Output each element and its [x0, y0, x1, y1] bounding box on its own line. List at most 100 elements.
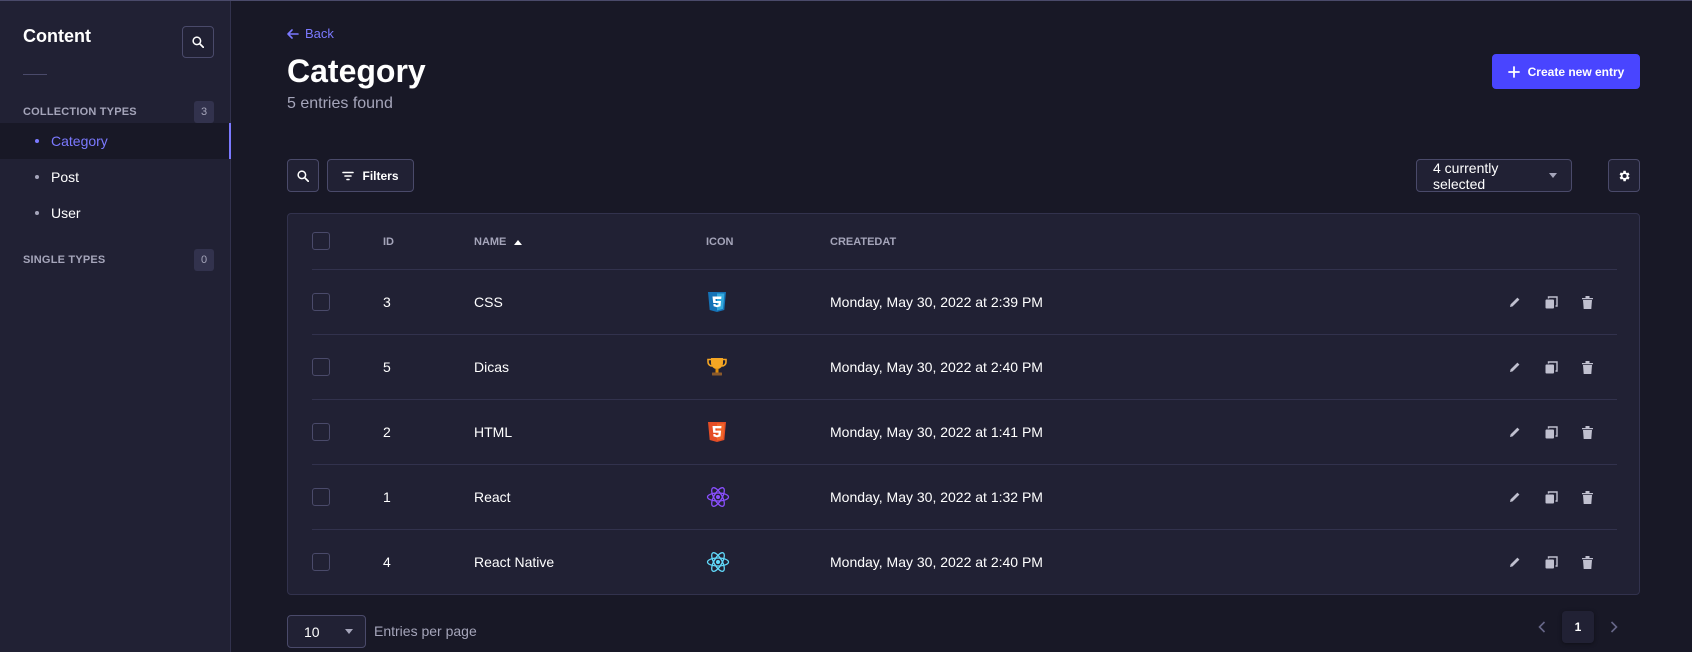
select-all-cell — [312, 232, 330, 250]
row-createdat: Monday, May 30, 2022 at 1:41 PM — [830, 424, 1043, 440]
row-actions — [1507, 335, 1595, 399]
chevron-down-icon — [345, 629, 353, 634]
row-actions — [1507, 270, 1595, 334]
sidebar-item-label: User — [51, 205, 81, 221]
delete-button[interactable] — [1579, 424, 1595, 440]
delete-button[interactable] — [1579, 294, 1595, 310]
back-link[interactable]: Back — [287, 26, 334, 41]
chevron-down-icon — [1549, 173, 1557, 178]
duplicate-button[interactable] — [1543, 554, 1559, 570]
pagination: 1 — [1534, 611, 1622, 643]
table-row[interactable]: 5 Dicas Monday, May 30, 2022 at 2:40 PM — [312, 335, 1617, 400]
trash-icon — [1581, 490, 1593, 504]
edit-button[interactable] — [1507, 294, 1523, 310]
column-header-id[interactable]: ID — [383, 236, 394, 248]
column-header-createdat[interactable]: CREATEDAT — [830, 236, 896, 248]
table-row[interactable]: 3 CSS Monday, May 30, 2022 at 2:39 PM — [312, 270, 1617, 335]
react-icon — [706, 530, 730, 594]
column-header-name[interactable]: NAME — [474, 236, 523, 248]
row-checkbox[interactable] — [312, 293, 330, 311]
duplicate-button[interactable] — [1543, 489, 1559, 505]
row-actions — [1507, 530, 1595, 594]
edit-button[interactable] — [1507, 554, 1523, 570]
row-checkbox[interactable] — [312, 423, 330, 441]
pencil-icon — [1510, 362, 1520, 372]
sidebar-divider — [23, 74, 47, 75]
sidebar-title: Content — [23, 26, 91, 46]
edit-button[interactable] — [1507, 489, 1523, 505]
row-checkbox[interactable] — [312, 358, 330, 376]
row-name: React — [474, 489, 511, 505]
row-actions — [1507, 465, 1595, 529]
bullet-icon — [35, 211, 39, 215]
gear-icon — [1619, 170, 1630, 181]
duplicate-button[interactable] — [1543, 424, 1559, 440]
chevron-right-icon — [1610, 621, 1618, 633]
arrow-left-icon — [287, 28, 299, 39]
bullet-icon — [35, 175, 39, 179]
next-page-button[interactable] — [1606, 621, 1622, 633]
select-all-checkbox[interactable] — [312, 232, 330, 250]
columns-select[interactable]: 4 currently selected — [1416, 159, 1572, 192]
back-label: Back — [305, 26, 334, 41]
single-types-label: SINGLE TYPES — [23, 254, 106, 266]
row-name: CSS — [474, 294, 503, 310]
css3-icon — [706, 270, 728, 334]
duplicate-icon — [1545, 555, 1558, 568]
table-row[interactable]: 4 React Native Monday, May 30, 2022 at 2… — [312, 530, 1617, 595]
duplicate-icon — [1545, 295, 1558, 308]
entries-table: ID NAME ICON CREATEDAT 3 CSS Monday, May… — [287, 213, 1640, 595]
edit-button[interactable] — [1507, 424, 1523, 440]
settings-button[interactable] — [1608, 159, 1640, 192]
table-header: ID NAME ICON CREATEDAT — [312, 214, 1617, 270]
duplicate-icon — [1545, 360, 1558, 373]
delete-button[interactable] — [1579, 359, 1595, 375]
page-number-button[interactable]: 1 — [1562, 611, 1594, 643]
trash-icon — [1581, 295, 1593, 309]
table-row[interactable]: 2 HTML Monday, May 30, 2022 at 1:41 PM — [312, 400, 1617, 465]
row-checkbox-cell — [312, 530, 330, 594]
bullet-icon — [35, 139, 39, 143]
pencil-icon — [1510, 492, 1520, 502]
filters-label: Filters — [362, 168, 399, 183]
column-header-icon[interactable]: ICON — [706, 236, 734, 248]
delete-button[interactable] — [1579, 489, 1595, 505]
row-createdat: Monday, May 30, 2022 at 2:39 PM — [830, 294, 1043, 310]
sidebar-item-post[interactable]: Post — [0, 159, 231, 195]
trash-icon — [1581, 425, 1593, 439]
sidebar-item-label: Category — [51, 133, 108, 149]
collection-types-section: COLLECTION TYPES 3 — [23, 100, 214, 124]
table-row[interactable]: 1 React Monday, May 30, 2022 at 1:32 PM — [312, 465, 1617, 530]
sidebar-item-label: Post — [51, 169, 80, 185]
html5-icon — [706, 400, 728, 464]
row-createdat: Monday, May 30, 2022 at 2:40 PM — [830, 359, 1043, 375]
row-checkbox-cell — [312, 335, 330, 399]
duplicate-button[interactable] — [1543, 294, 1559, 310]
edit-button[interactable] — [1507, 359, 1523, 375]
sidebar-item-user[interactable]: User — [0, 195, 231, 231]
single-types-section: SINGLE TYPES 0 — [23, 248, 214, 272]
duplicate-button[interactable] — [1543, 359, 1559, 375]
column-header-name-label: NAME — [474, 236, 507, 248]
entries-count: 5 entries found — [287, 95, 393, 112]
row-checkbox[interactable] — [312, 488, 330, 506]
react-purple-icon — [706, 465, 730, 529]
row-checkbox[interactable] — [312, 553, 330, 571]
entries-per-page-select[interactable]: 10 — [287, 615, 366, 648]
duplicate-icon — [1545, 490, 1558, 503]
sidebar-item-category[interactable]: Category — [0, 123, 231, 159]
delete-button[interactable] — [1579, 554, 1595, 570]
sidebar-search-button[interactable] — [182, 26, 214, 58]
filters-button[interactable]: Filters — [327, 159, 414, 192]
trash-icon — [1581, 360, 1593, 374]
content-sidebar: Content COLLECTION TYPES 3 Category Post… — [0, 1, 231, 652]
table-search-button[interactable] — [287, 159, 319, 192]
previous-page-button[interactable] — [1534, 621, 1550, 633]
row-checkbox-cell — [312, 270, 330, 334]
pencil-icon — [1510, 427, 1520, 437]
chevron-left-icon — [1538, 621, 1546, 633]
entries-per-page-value: 10 — [304, 623, 320, 640]
create-new-entry-button[interactable]: Create new entry — [1492, 54, 1640, 89]
pencil-icon — [1510, 557, 1520, 567]
columns-select-value: 4 currently selected — [1433, 159, 1499, 192]
